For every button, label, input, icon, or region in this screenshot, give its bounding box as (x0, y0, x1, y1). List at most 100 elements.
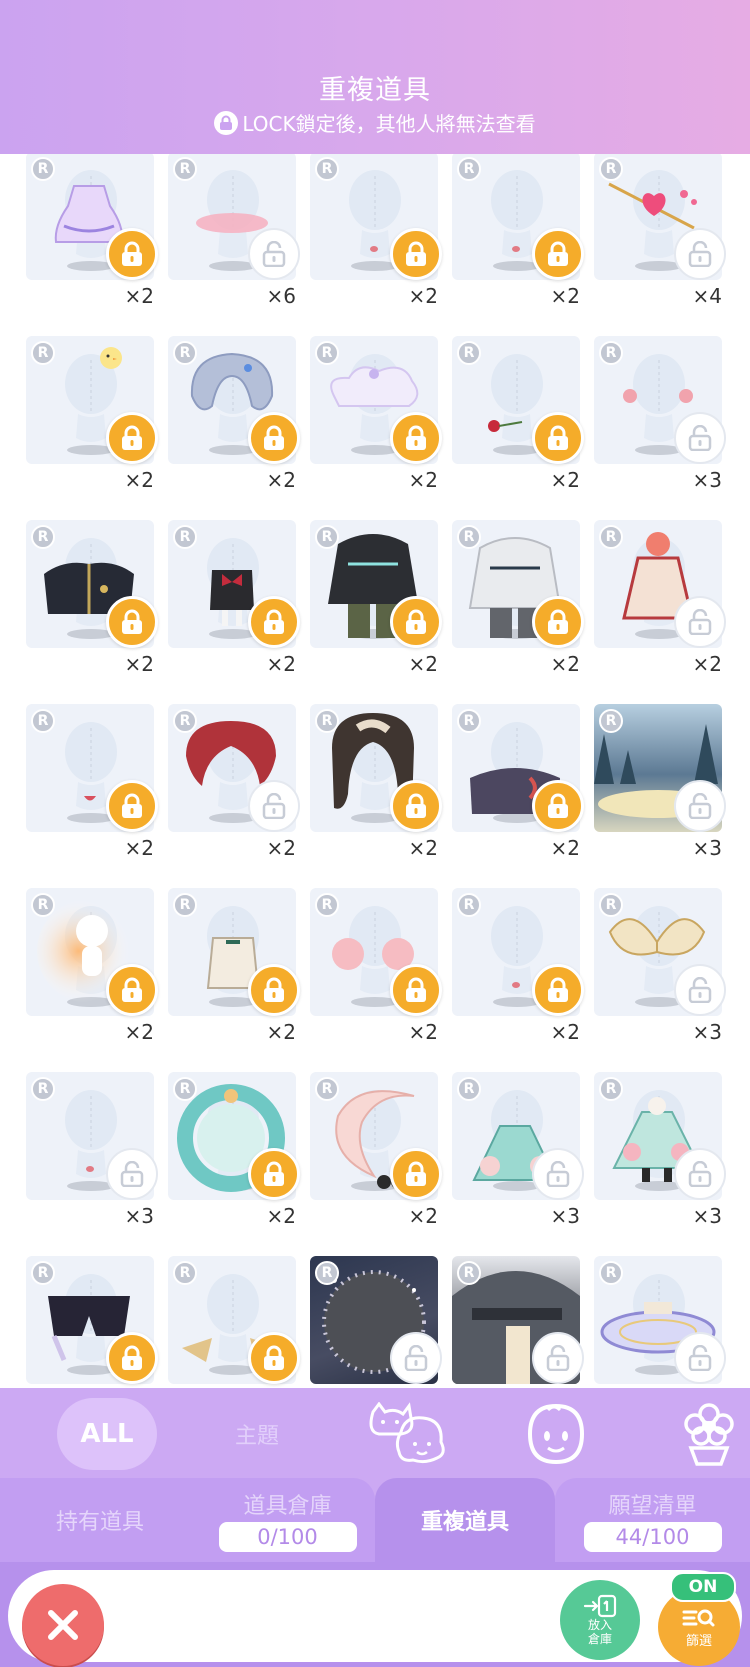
item-count: ×2 (408, 468, 438, 492)
filter-label: 篩選 (685, 1633, 712, 1649)
lock-icon[interactable] (532, 228, 584, 280)
filter-icon (682, 1609, 715, 1626)
lock-icon[interactable] (106, 780, 158, 832)
item-card[interactable]: R ×4 (594, 154, 736, 322)
unlock-icon[interactable] (674, 412, 726, 464)
rarity-badge: R (457, 893, 481, 917)
tab-owned-items[interactable]: 持有道具 (0, 1478, 200, 1562)
item-card[interactable]: R ×2 (310, 704, 452, 874)
lock-icon[interactable] (106, 228, 158, 280)
put-in-storage-button[interactable]: 放入 倉庫 (560, 1580, 640, 1660)
unlock-icon[interactable] (674, 964, 726, 1016)
item-card[interactable]: R ×2 (452, 888, 594, 1058)
item-card[interactable]: R ×3 (26, 1072, 168, 1242)
item-card[interactable]: R ×3 (594, 336, 736, 506)
lock-icon[interactable] (106, 964, 158, 1016)
lock-icon[interactable] (248, 596, 300, 648)
close-button[interactable] (22, 1584, 104, 1666)
lock-icon[interactable] (248, 1148, 300, 1200)
item-card[interactable]: R ×2 (310, 1072, 452, 1242)
lock-icon[interactable] (532, 964, 584, 1016)
item-card[interactable]: R ×2 (452, 704, 594, 874)
tab-duplicate-items[interactable]: 重複道具 (375, 1478, 555, 1562)
unlock-icon[interactable] (674, 780, 726, 832)
rarity-badge: R (315, 1261, 339, 1285)
item-card[interactable]: R ×2 (310, 336, 452, 506)
flower-pot-icon[interactable] (672, 1398, 746, 1470)
lock-icon[interactable] (248, 964, 300, 1016)
unlock-icon[interactable] (248, 228, 300, 280)
tab-theme[interactable]: 主題 (215, 1398, 299, 1470)
item-card[interactable]: R ×2 (26, 336, 168, 506)
item-card[interactable]: R (26, 1256, 168, 1388)
item-card[interactable]: R ×2 (594, 520, 736, 690)
unlock-icon[interactable] (674, 596, 726, 648)
item-card[interactable]: R ×3 (594, 888, 736, 1058)
lock-icon[interactable] (532, 412, 584, 464)
lock-icon[interactable] (248, 412, 300, 464)
lock-hint-text: LOCK鎖定後，其他人將無法查看 (242, 112, 536, 136)
unlock-icon[interactable] (674, 228, 726, 280)
pets-icon[interactable] (362, 1398, 452, 1470)
lock-hint: LOCK鎖定後，其他人將無法查看 (0, 108, 750, 137)
unlock-icon[interactable] (532, 1148, 584, 1200)
unlock-icon[interactable] (390, 1332, 442, 1384)
lock-icon[interactable] (532, 780, 584, 832)
item-card[interactable]: R ×2 (310, 520, 452, 690)
item-card[interactable]: R (452, 1256, 594, 1388)
item-card[interactable]: R (594, 1256, 736, 1388)
item-grid[interactable]: R ×2 R ×6 R ×2 R ×2 R ×4 R ×2 R ×2 R ×2 R ×2 R ×3 R ×2 R ×2 R ×2 R… (0, 154, 750, 1388)
lock-icon[interactable] (390, 964, 442, 1016)
lock-icon[interactable] (532, 596, 584, 648)
tab-wishlist[interactable]: 願望清單 44/100 (555, 1478, 750, 1562)
item-card[interactable]: R ×2 (452, 520, 594, 690)
item-card[interactable]: R ×2 (310, 888, 452, 1058)
item-card[interactable]: R ×2 (26, 520, 168, 690)
unlock-icon[interactable] (532, 1332, 584, 1384)
item-card[interactable]: R ×2 (310, 154, 452, 322)
lock-icon[interactable] (390, 780, 442, 832)
item-card[interactable]: R ×2 (168, 704, 310, 874)
item-card[interactable]: R (310, 1256, 452, 1388)
item-card[interactable]: R ×2 (26, 704, 168, 874)
rarity-badge: R (599, 341, 623, 365)
item-card[interactable]: R ×6 (168, 154, 310, 322)
item-card[interactable]: R ×3 (452, 1072, 594, 1242)
lock-icon[interactable] (390, 1148, 442, 1200)
tab-storage-label: 道具倉庫 (243, 1494, 332, 1519)
unlock-icon[interactable] (674, 1148, 726, 1200)
item-card[interactable]: R ×2 (168, 1072, 310, 1242)
lock-icon[interactable] (248, 1332, 300, 1384)
rarity-badge: R (315, 893, 339, 917)
unlock-icon[interactable] (674, 1332, 726, 1384)
item-card[interactable]: R ×2 (452, 336, 594, 506)
item-card[interactable]: R ×2 (168, 336, 310, 506)
item-card[interactable]: R (168, 1256, 310, 1388)
item-count: ×2 (408, 284, 438, 308)
lock-icon[interactable] (106, 412, 158, 464)
rarity-badge: R (315, 157, 339, 181)
item-count: ×2 (124, 284, 154, 308)
item-card[interactable]: R ×3 (594, 704, 736, 874)
item-count: ×2 (266, 652, 296, 676)
item-card[interactable]: R ×2 (26, 888, 168, 1058)
tab-all[interactable]: ALL (57, 1398, 157, 1470)
store-label-2: 倉庫 (587, 1632, 612, 1646)
item-card[interactable]: R ×2 (26, 154, 168, 322)
lock-icon[interactable] (106, 1332, 158, 1384)
unlock-icon[interactable] (106, 1148, 158, 1200)
item-card[interactable]: R ×2 (168, 888, 310, 1058)
lock-icon[interactable] (106, 596, 158, 648)
item-count: ×3 (124, 1204, 154, 1228)
item-card[interactable]: R ×2 (452, 154, 594, 322)
lock-icon[interactable] (390, 412, 442, 464)
face-icon[interactable] (516, 1398, 596, 1470)
item-art (510, 974, 522, 993)
lock-icon[interactable] (390, 228, 442, 280)
unlock-icon[interactable] (248, 780, 300, 832)
item-card[interactable]: R ×3 (594, 1072, 736, 1242)
lock-icon[interactable] (390, 596, 442, 648)
tab-item-storage[interactable]: 道具倉庫 0/100 (200, 1478, 375, 1562)
item-card[interactable]: R ×2 (168, 520, 310, 690)
rarity-badge: R (599, 1261, 623, 1285)
